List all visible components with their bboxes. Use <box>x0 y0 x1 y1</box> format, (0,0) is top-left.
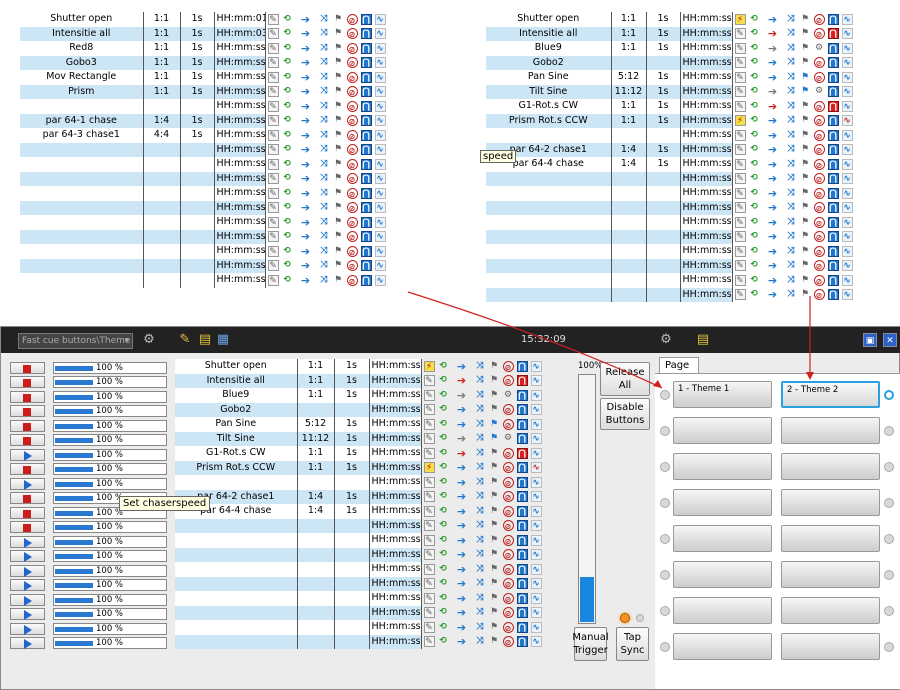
arrow-theme1 <box>407 291 663 389</box>
arrowhead-theme2 <box>806 372 814 380</box>
annotation-arrows <box>407 291 814 389</box>
